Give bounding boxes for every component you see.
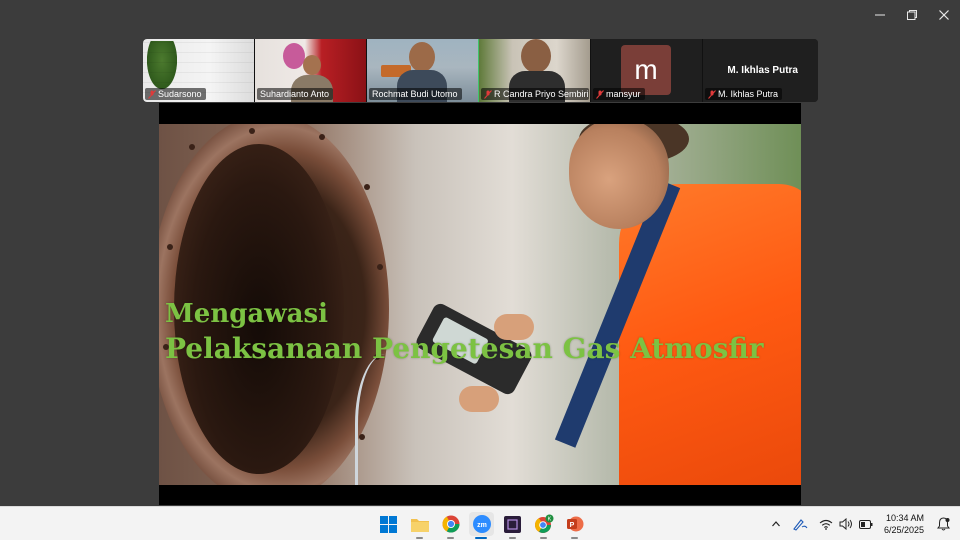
participant-tile-rochmat-budi-utomo[interactable]: Rochmat Budi Utomo bbox=[367, 39, 479, 102]
powerpoint-button[interactable]: P bbox=[562, 512, 587, 539]
wifi-icon bbox=[819, 519, 833, 530]
folder-icon bbox=[410, 518, 429, 532]
slide-title: Mengawasi Pelaksanaan Pengetesan Gas Atm… bbox=[165, 298, 764, 367]
pen-icon bbox=[793, 519, 808, 531]
participant-name-label: M. Ikhlas Putra bbox=[705, 88, 783, 100]
slide-title-line-2: Pelaksanaan Pengetesan Gas Atmosfir bbox=[165, 332, 764, 366]
slide-title-line-1: Mengawasi bbox=[165, 299, 328, 329]
mic-muted-icon bbox=[484, 89, 492, 99]
zoom-icon: zm bbox=[472, 515, 491, 533]
meeting-app-button[interactable] bbox=[500, 512, 525, 539]
svg-text:zm: zm bbox=[477, 522, 487, 529]
wifi-button[interactable] bbox=[816, 514, 836, 534]
participant-name-label: Suhardianto Anto bbox=[257, 88, 334, 100]
participant-tile-m-ikhlas-putra[interactable]: M. Ikhlas Putra M. Ikhlas Putra bbox=[703, 39, 818, 102]
sensor-cable bbox=[355, 354, 415, 485]
file-explorer-button[interactable] bbox=[407, 512, 432, 539]
minimize-button[interactable] bbox=[864, 0, 896, 30]
battery-button[interactable] bbox=[856, 514, 876, 534]
clock-date: 6/25/2025 bbox=[883, 525, 924, 535]
mic-muted-icon bbox=[148, 89, 156, 99]
windows-logo-icon bbox=[380, 515, 397, 533]
zoom-button[interactable]: zm bbox=[469, 512, 494, 539]
speaker-icon bbox=[839, 518, 852, 530]
notification-center-button[interactable] bbox=[932, 513, 954, 535]
mic-muted-icon bbox=[708, 89, 716, 99]
restore-button[interactable] bbox=[896, 0, 928, 30]
app-icon bbox=[504, 515, 521, 533]
show-hidden-icons-button[interactable] bbox=[766, 514, 786, 534]
taskbar-apps: zm K P bbox=[376, 512, 587, 539]
participant-tile-mansyur[interactable]: m mansyur bbox=[591, 39, 703, 102]
participant-tile-sudarsono[interactable]: Sudarsono bbox=[143, 39, 255, 102]
mic-muted-icon bbox=[596, 89, 604, 99]
restore-icon bbox=[907, 10, 917, 20]
flowers bbox=[283, 43, 305, 69]
chrome-profile-icon: K bbox=[534, 514, 553, 533]
participant-name-label: mansyur bbox=[593, 88, 645, 100]
svg-text:P: P bbox=[569, 522, 574, 529]
participant-name-label: Rochmat Budi Utomo bbox=[369, 88, 462, 100]
profile-badge-letter: K bbox=[547, 517, 551, 523]
presentation-slide: Mengawasi Pelaksanaan Pengetesan Gas Atm… bbox=[159, 124, 801, 485]
chrome-button[interactable] bbox=[438, 512, 463, 539]
battery-icon bbox=[858, 519, 873, 529]
volume-button[interactable] bbox=[836, 514, 856, 534]
start-button[interactable] bbox=[376, 512, 401, 536]
close-icon bbox=[939, 10, 949, 20]
participant-strip: Sudarsono Suhardianto Anto Rochmat Budi … bbox=[143, 39, 818, 102]
close-button[interactable] bbox=[928, 0, 960, 30]
powerpoint-icon: P bbox=[566, 516, 583, 532]
participant-name-label: R Candra Priyo Sembiring bbox=[481, 88, 589, 100]
participant-name-label: Sudarsono bbox=[145, 88, 206, 100]
window-controls bbox=[864, 0, 960, 30]
pen-tray-button[interactable] bbox=[790, 514, 810, 534]
clock-button[interactable]: 10:34 AM 6/25/2025 bbox=[884, 512, 924, 536]
shared-screen: Mengawasi Pelaksanaan Pengetesan Gas Atm… bbox=[159, 103, 801, 505]
chrome-profile-button[interactable]: K bbox=[531, 512, 556, 539]
clock-time: 10:34 AM bbox=[885, 513, 924, 523]
system-tray: 10:34 AM 6/25/2025 bbox=[766, 507, 960, 540]
participant-display-name: M. Ikhlas Putra bbox=[727, 65, 798, 76]
participant-tile-r-candra-priyo-sembiring[interactable]: R Candra Priyo Sembiring bbox=[479, 39, 591, 102]
participant-tile-suhardianto-anto[interactable]: Suhardianto Anto bbox=[255, 39, 367, 102]
minimize-icon bbox=[875, 14, 885, 16]
notification-bell-icon bbox=[936, 517, 950, 531]
taskbar: zm K P 10:34 AM 6/25/2025 bbox=[0, 506, 960, 540]
chevron-up-icon bbox=[772, 521, 780, 527]
chrome-icon bbox=[442, 515, 459, 533]
